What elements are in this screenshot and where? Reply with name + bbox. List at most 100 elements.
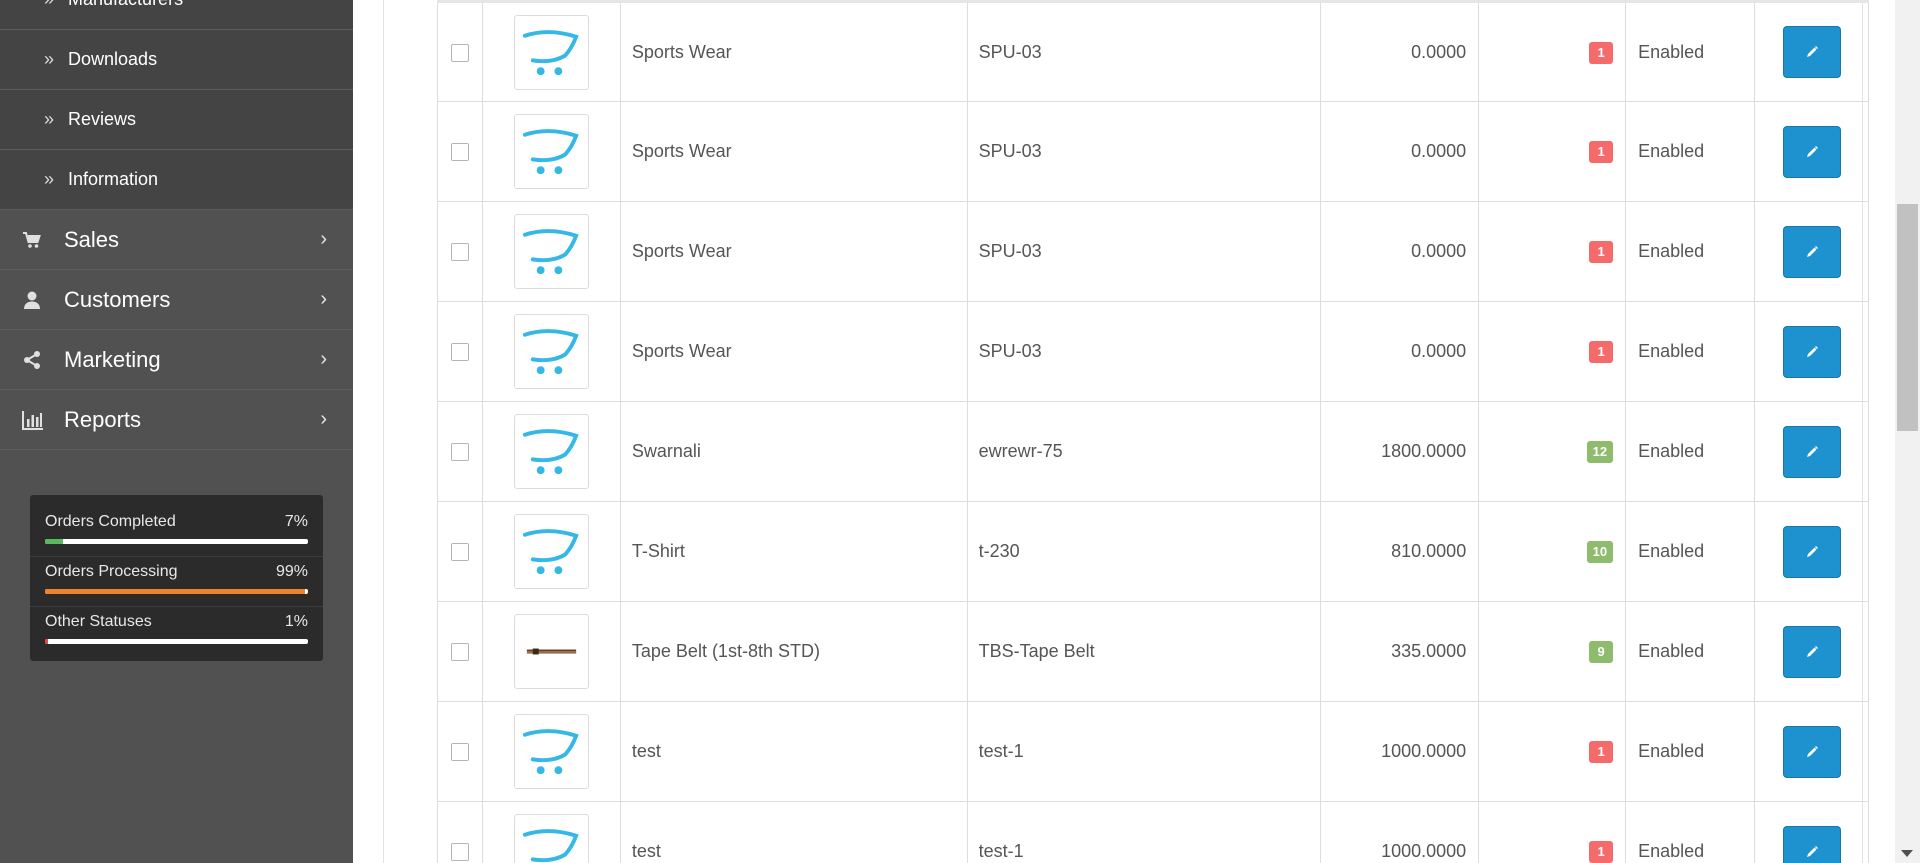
double-chevron-icon: »	[44, 49, 55, 69]
table-row: Tape Belt (1st-8th STD) TBS-Tape Belt 335.…	[437, 601, 1869, 702]
row-select-cell	[437, 401, 483, 502]
quantity-badge: 1	[1589, 241, 1614, 263]
action-cell	[1754, 501, 1869, 602]
product-name: Tape Belt (1st-8th STD)	[619, 601, 968, 702]
edit-button[interactable]	[1782, 825, 1841, 863]
sidebar-item-label: Information	[68, 169, 159, 189]
quantity-cell: 1	[1478, 701, 1627, 802]
product-status: Enabled	[1625, 801, 1756, 863]
product-status: Enabled	[1625, 201, 1756, 302]
row-select-checkbox[interactable]	[450, 643, 469, 662]
product-price: 0.0000	[1320, 0, 1480, 102]
quantity-cell: 1	[1478, 0, 1627, 102]
quantity-cell: 1	[1478, 201, 1627, 302]
product-price: 335.0000	[1320, 601, 1480, 702]
product-name: Sports Wear	[619, 301, 968, 402]
progress-fill	[45, 539, 64, 544]
action-cell	[1754, 401, 1869, 502]
edit-button[interactable]	[1782, 26, 1841, 78]
quantity-cell: 1	[1478, 801, 1627, 863]
product-model: ewrewr-75	[966, 401, 1322, 502]
product-price: 1800.0000	[1320, 401, 1480, 502]
scroll-down-arrow-icon[interactable]	[1901, 850, 1913, 857]
sidebar-item-manufacturers[interactable]: » Manufacturers	[0, 0, 353, 30]
stat-label: Other Statuses	[45, 613, 152, 630]
row-select-checkbox[interactable]	[450, 543, 469, 562]
row-select-checkbox[interactable]	[450, 143, 469, 162]
row-select-cell	[437, 0, 483, 102]
sidebar-item-downloads[interactable]: » Downloads	[0, 30, 353, 90]
action-cell	[1754, 701, 1869, 802]
edit-button[interactable]	[1782, 225, 1841, 278]
chevron-right-icon: ›	[320, 348, 327, 370]
image-cell	[481, 401, 621, 502]
image-cell	[481, 801, 621, 863]
quantity-badge: 9	[1589, 641, 1614, 663]
sidebar-item-reports[interactable]: Reports ›	[0, 390, 353, 450]
sidebar-item-label: Reports	[64, 406, 142, 432]
product-price: 0.0000	[1320, 301, 1480, 402]
order-status-processing: Orders Processing 99%	[30, 557, 323, 607]
row-select-cell	[437, 701, 483, 802]
chevron-right-icon: ›	[320, 228, 327, 250]
vertical-scrollbar[interactable]	[1895, 0, 1920, 863]
row-select-checkbox[interactable]	[450, 843, 469, 862]
sidebar-item-label: Marketing	[64, 346, 161, 372]
edit-button[interactable]	[1782, 125, 1841, 178]
row-select-cell	[437, 501, 483, 602]
product-price: 810.0000	[1320, 501, 1480, 602]
product-name: Sports Wear	[619, 201, 968, 302]
row-select-checkbox[interactable]	[450, 443, 469, 462]
table-row: Sports Wear SPU-03 0.0000 1 Enabled	[437, 301, 1869, 402]
row-select-checkbox[interactable]	[450, 343, 469, 362]
product-name: Sports Wear	[619, 0, 968, 102]
product-model: TBS-Tape Belt	[966, 601, 1322, 702]
progress-bar	[45, 589, 308, 594]
stat-label: Orders Completed	[45, 513, 176, 530]
product-price: 0.0000	[1320, 201, 1480, 302]
progress-fill	[45, 639, 48, 644]
sidebar-item-information[interactable]: » Information	[0, 150, 353, 210]
table-row: T-Shirt t-230 810.0000 10 Enabled	[437, 501, 1869, 602]
quantity-badge: 1	[1589, 141, 1614, 163]
sidebar-item-label: Customers	[64, 286, 171, 312]
quantity-badge: 12	[1586, 441, 1614, 463]
product-model: SPU-03	[966, 201, 1322, 302]
product-image-belt	[513, 614, 589, 689]
product-price: 0.0000	[1320, 101, 1480, 202]
edit-button[interactable]	[1782, 325, 1841, 378]
product-list-panel: Sports Wear SPU-03 0.0000 1 Enabled Sports We…	[383, 0, 1869, 863]
product-status: Enabled	[1625, 701, 1756, 802]
action-cell	[1754, 101, 1869, 202]
sidebar-item-marketing[interactable]: Marketing ›	[0, 330, 353, 390]
row-select-cell	[437, 201, 483, 302]
edit-button[interactable]	[1782, 425, 1841, 478]
image-cell	[481, 701, 621, 802]
row-select-checkbox[interactable]	[450, 43, 469, 62]
stat-percent: 7%	[284, 513, 308, 530]
edit-button[interactable]	[1782, 525, 1841, 578]
row-select-checkbox[interactable]	[450, 243, 469, 262]
image-cell	[481, 101, 621, 202]
row-select-cell	[437, 801, 483, 863]
sidebar-item-reviews[interactable]: » Reviews	[0, 90, 353, 150]
table-row: Sports Wear SPU-03 0.0000 1 Enabled	[437, 101, 1869, 202]
user-icon	[22, 290, 42, 310]
quantity-badge: 1	[1589, 741, 1614, 763]
product-status: Enabled	[1625, 0, 1756, 102]
product-name: T-Shirt	[619, 501, 968, 602]
product-name: Swarnali	[619, 401, 968, 502]
table-row: test test-1 1000.0000 1 Enabled	[437, 801, 1869, 863]
scrollbar-thumb[interactable]	[1897, 204, 1918, 431]
chevron-right-icon: ›	[320, 288, 327, 310]
edit-button[interactable]	[1782, 625, 1841, 678]
edit-button[interactable]	[1782, 725, 1841, 778]
image-cell	[481, 501, 621, 602]
stat-percent: 99%	[275, 563, 308, 580]
row-select-cell	[437, 101, 483, 202]
sidebar-item-sales[interactable]: Sales ›	[0, 210, 353, 270]
product-status: Enabled	[1625, 401, 1756, 502]
row-select-checkbox[interactable]	[450, 743, 469, 762]
sidebar-item-customers[interactable]: Customers ›	[0, 270, 353, 330]
image-cell	[481, 601, 621, 702]
